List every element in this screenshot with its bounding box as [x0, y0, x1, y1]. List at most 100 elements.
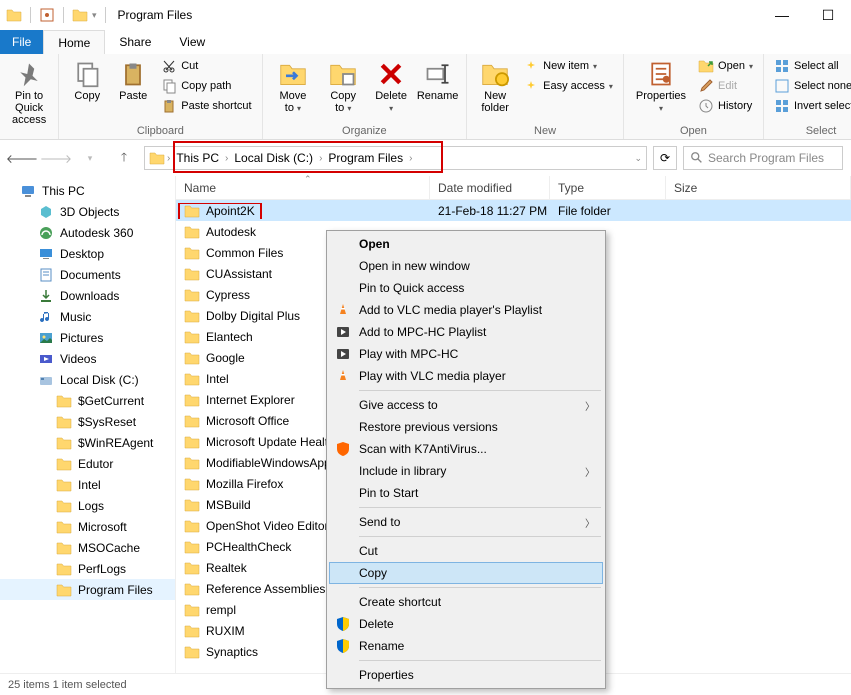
tree-item[interactable]: Program Files [0, 579, 175, 600]
col-name[interactable]: Name [176, 176, 430, 199]
ctx-open-new-window[interactable]: Open in new window [329, 255, 603, 277]
easy-access-button[interactable]: Easy access ▾ [519, 76, 617, 96]
file-row[interactable]: Apoint2K21-Feb-18 11:27 PMFile folder [176, 200, 851, 221]
ctx-create-shortcut[interactable]: Create shortcut [329, 591, 603, 613]
pin-to-quick-access-button[interactable]: Pin to Quick access [6, 56, 52, 130]
music-icon [38, 309, 54, 325]
tree-item[interactable]: Pictures [0, 327, 175, 348]
tree-item[interactable]: $GetCurrent [0, 390, 175, 411]
col-type[interactable]: Type [550, 176, 666, 199]
ctx-include-library[interactable]: Include in library〉 [329, 460, 603, 482]
tree-item[interactable]: Autodesk 360 [0, 222, 175, 243]
tab-file[interactable]: File [0, 30, 43, 54]
new-item-button[interactable]: New item ▾ [519, 56, 617, 76]
up-button[interactable]: 🡑 [110, 144, 138, 172]
ctx-play-vlc[interactable]: Play with VLC media player [329, 365, 603, 387]
ctx-rename[interactable]: Rename [329, 635, 603, 657]
tree-item[interactable]: Microsoft [0, 516, 175, 537]
tree-item[interactable]: Desktop [0, 243, 175, 264]
tree-item[interactable]: Downloads [0, 285, 175, 306]
folder-icon [184, 497, 200, 513]
ctx-add-mpc-playlist[interactable]: Add to MPC-HC Playlist [329, 321, 603, 343]
folder-icon [184, 224, 200, 240]
folder-icon [56, 540, 72, 556]
tree-item[interactable]: This PC [0, 180, 175, 201]
videos-icon [38, 351, 54, 367]
minimize-button[interactable]: — [759, 0, 805, 30]
forward-button[interactable]: 🡒 [42, 144, 70, 172]
ctx-add-vlc-playlist[interactable]: Add to VLC media player's Playlist [329, 299, 603, 321]
column-headers[interactable]: Name Date modified Type Size [176, 176, 851, 200]
ctx-give-access[interactable]: Give access to〉 [329, 394, 603, 416]
properties-button[interactable]: Properties ▾ [630, 56, 692, 118]
ctx-pin-quick-access[interactable]: Pin to Quick access [329, 277, 603, 299]
ctx-restore-versions[interactable]: Restore previous versions [329, 416, 603, 438]
tree-item[interactable]: Documents [0, 264, 175, 285]
tree-item[interactable]: PerfLogs [0, 558, 175, 579]
shield-icon [335, 616, 351, 632]
open-button[interactable]: Open ▾ [694, 56, 757, 76]
back-button[interactable]: 🡐 [8, 144, 36, 172]
copy-path-button[interactable]: Copy path [157, 76, 255, 96]
col-size[interactable]: Size [666, 176, 851, 199]
tree-item[interactable]: Videos [0, 348, 175, 369]
edit-button[interactable]: Edit [694, 76, 757, 96]
address-bar[interactable]: › This PC › Local Disk (C:) › Program Fi… [144, 146, 647, 170]
tree-item[interactable]: Logs [0, 495, 175, 516]
ctx-copy[interactable]: Copy [329, 562, 603, 584]
pictures-icon [38, 330, 54, 346]
ctx-scan-antivirus[interactable]: Scan with K7AntiVirus... [329, 438, 603, 460]
tree-item[interactable]: $SysReset [0, 411, 175, 432]
delete-button[interactable]: Delete ▾ [369, 56, 413, 118]
copy-to-button[interactable]: Copy to ▾ [319, 56, 367, 118]
breadcrumb[interactable]: Local Disk (C:) [230, 151, 317, 165]
ctx-cut[interactable]: Cut [329, 540, 603, 562]
tab-share[interactable]: Share [105, 30, 165, 54]
folder-icon [184, 602, 200, 618]
invert-selection-button[interactable]: Invert selection [770, 96, 851, 116]
cut-button[interactable]: Cut [157, 56, 255, 76]
vlc-icon [335, 368, 351, 384]
properties-icon[interactable] [39, 7, 55, 23]
ctx-open[interactable]: Open [329, 233, 603, 255]
ctx-play-mpc[interactable]: Play with MPC-HC [329, 343, 603, 365]
copy-button[interactable]: Copy [65, 56, 109, 106]
tab-view[interactable]: View [165, 30, 219, 54]
select-all-button[interactable]: Select all [770, 56, 851, 76]
move-to-button[interactable]: Move to ▾ [269, 56, 318, 118]
tree-item[interactable]: $WinREAgent [0, 432, 175, 453]
ribbon-tabs: File Home Share View [0, 30, 851, 54]
tree-item[interactable]: Intel [0, 474, 175, 495]
search-input[interactable]: Search Program Files [683, 146, 843, 170]
paste-shortcut-button[interactable]: Paste shortcut [157, 96, 255, 116]
ctx-properties[interactable]: Properties [329, 664, 603, 686]
tree-item[interactable]: 3D Objects [0, 201, 175, 222]
select-none-button[interactable]: Select none [770, 76, 851, 96]
ctx-delete[interactable]: Delete [329, 613, 603, 635]
navigation-tree[interactable]: This PC3D ObjectsAutodesk 360DesktopDocu… [0, 176, 176, 673]
maximize-button[interactable]: ☐ [805, 0, 851, 30]
folder-icon [184, 581, 200, 597]
paste-button[interactable]: Paste [111, 56, 155, 106]
folder-icon [184, 308, 200, 324]
col-date[interactable]: Date modified [430, 176, 550, 199]
history-button[interactable]: History [694, 96, 757, 116]
tree-item[interactable]: Music [0, 306, 175, 327]
tab-home[interactable]: Home [43, 30, 105, 54]
tree-item[interactable]: Edutor [0, 453, 175, 474]
folder-icon [56, 393, 72, 409]
ctx-send-to[interactable]: Send to〉 [329, 511, 603, 533]
folder-icon [184, 245, 200, 261]
refresh-button[interactable]: ⟳ [653, 146, 677, 170]
rename-button[interactable]: Rename [415, 56, 460, 106]
ctx-pin-start[interactable]: Pin to Start [329, 482, 603, 504]
recent-button[interactable]: ▾ [76, 144, 104, 172]
tree-item[interactable]: Local Disk (C:) [0, 369, 175, 390]
folder-icon [149, 150, 165, 166]
breadcrumb[interactable]: Program Files [324, 151, 407, 165]
breadcrumb[interactable]: This PC [172, 151, 223, 165]
tree-item[interactable]: MSOCache [0, 537, 175, 558]
pc-icon [20, 183, 36, 199]
shield-icon [335, 638, 351, 654]
new-folder-button[interactable]: New folder [473, 56, 517, 118]
